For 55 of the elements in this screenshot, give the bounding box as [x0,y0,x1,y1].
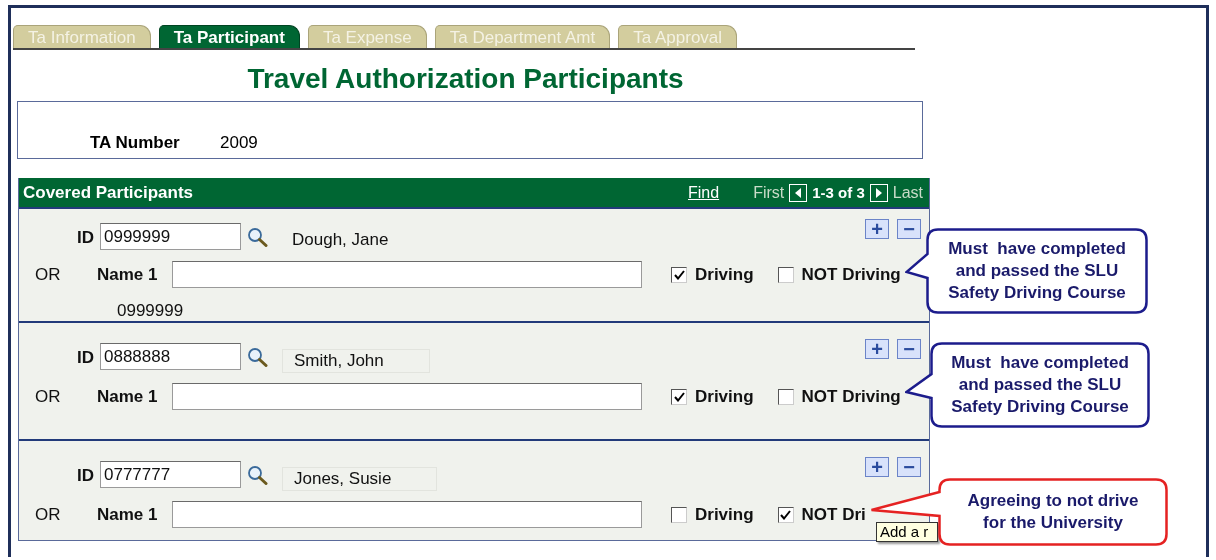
delete-row-button[interactable]: − [897,457,921,477]
delete-row-button[interactable]: − [897,339,921,359]
grid-title: Covered Participants [23,182,194,203]
field-label: ID [77,348,95,368]
search-icon[interactable] [247,227,269,247]
name-field[interactable] [172,261,642,288]
first-link[interactable]: First [753,183,785,202]
callout-text: Agreeing to not drive for the University [966,490,1140,534]
checkbox-label: Driving [695,504,754,525]
checkbox-label: Driving [695,386,754,407]
add-row-button[interactable]: + [865,457,889,477]
id-field[interactable]: 0777777 [100,461,241,488]
name-field[interactable] [172,501,642,528]
search-icon[interactable] [247,347,269,367]
callout-text: Must have completed and passed the SLU Safety Driving Course [947,238,1127,304]
or-label: OR [35,264,62,285]
checkbox-label: NOT Driving [801,386,901,407]
add-row-button[interactable]: + [865,339,889,359]
checkbox[interactable] [777,506,794,523]
field-label: TA Number [90,133,181,153]
id-field[interactable]: 0999999 [100,223,241,250]
find-link[interactable]: Find [688,183,720,202]
id-field[interactable]: 0888888 [100,343,241,370]
search-icon[interactable] [247,465,269,485]
checkbox[interactable] [671,388,687,405]
participant-name: Smith, John [282,349,430,373]
callout-text: Must have completed and passed the SLU Safety Driving Course [950,352,1130,418]
or-label: OR [35,504,62,525]
add-row-button[interactable]: + [865,219,889,239]
checkbox-label: NOT Driving [801,264,901,285]
field-label: ID [77,228,95,248]
checkbox[interactable] [777,388,794,405]
delete-row-button[interactable]: − [897,219,921,239]
tab[interactable]: Ta Participant [158,25,300,48]
name-field[interactable] [172,383,642,410]
field-label: Name 1 [97,504,159,525]
participant-name: Jones, Susie [282,467,438,491]
next-icon[interactable] [869,183,888,202]
tooltip: Add a r [876,522,938,542]
checkbox[interactable] [671,506,687,523]
id-note: 0999999 [117,301,185,321]
or-label: OR [35,386,62,407]
previous-icon[interactable] [789,183,808,202]
field-label: Name 1 [97,264,159,285]
field-value: 2009 [220,133,258,153]
field-label: Name 1 [97,386,159,407]
page-range: 1-3 of 3 [812,184,865,201]
page-title: Travel Authorization Participants [246,62,685,96]
checkbox[interactable] [777,266,794,283]
checkbox[interactable] [671,266,687,283]
checkbox-label: NOT Dri [801,504,866,525]
last-link[interactable]: Last [892,183,923,202]
checkbox-label: Driving [695,264,754,285]
participant-name: Dough, Jane [292,229,390,251]
field-label: ID [77,466,95,486]
